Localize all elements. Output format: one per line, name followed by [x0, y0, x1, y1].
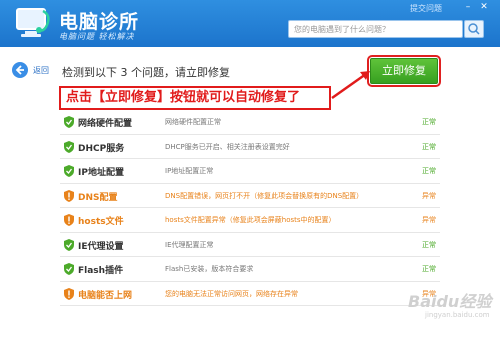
item-desc: DHCP服务已开启、相关注册表设置完好	[165, 142, 290, 151]
item-name: DNS配置	[78, 192, 118, 203]
list-item: 电脑能否上网 您的电脑无法正常访问网页，网络存在异常 异常	[60, 282, 440, 306]
item-desc: DNS配置错误，网页打不开（修复此项会替换原有的DNS配置）	[165, 191, 364, 200]
item-name: Flash插件	[78, 266, 124, 276]
search-icon	[468, 23, 480, 35]
status-badge: 正常	[422, 265, 436, 273]
back-label: 返回	[33, 66, 49, 75]
item-name: 电脑能否上网	[78, 290, 133, 301]
status-badge: 正常	[422, 240, 436, 249]
item-name: IP地址配置	[78, 168, 124, 178]
shield-check-icon	[64, 165, 74, 177]
app-title: 电脑诊所	[59, 11, 140, 33]
watermark-url: jingyan.baidu.com	[425, 311, 490, 319]
back-arrow-icon	[12, 62, 28, 78]
app-header: 电脑诊所 电脑问题 轻松解决 提交问题 – ✕ 您的电脑遇到了什么问题？	[0, 0, 500, 47]
annotation-callout: 点击【立即修复】按钮就可以自动修复了	[59, 86, 331, 110]
shield-warning-icon	[64, 189, 74, 202]
item-name: hosts文件	[78, 217, 124, 227]
item-desc: IP地址配置正常	[165, 167, 214, 175]
shield-warning-icon	[64, 214, 74, 226]
item-desc: IE代理配置正常	[165, 240, 214, 249]
item-desc: 网络硬件配置正常	[165, 118, 221, 126]
item-name: 网络硬件配置	[78, 119, 133, 129]
list-item: IE代理设置 IE代理配置正常 正常	[60, 233, 440, 257]
minimize-icon[interactable]: –	[462, 2, 474, 12]
status-badge: 异常	[422, 216, 436, 224]
item-desc: Flash已安装，版本符合要求	[165, 265, 254, 273]
item-desc: hosts文件配置异常（修复此项会屏蔽hosts中的配置）	[165, 216, 336, 224]
list-item: DNS配置 DNS配置错误，网页打不开（修复此项会替换原有的DNS配置） 异常	[60, 184, 440, 208]
list-item: Flash插件 Flash已安装，版本符合要求 正常	[60, 257, 440, 282]
list-item: IP地址配置 IP地址配置正常 正常	[60, 159, 440, 184]
shield-warning-icon	[64, 287, 74, 300]
watermark-logo: Baidu经验	[408, 292, 492, 311]
item-name: DHCP服务	[78, 143, 125, 154]
diagnosis-list: 网络硬件配置 网络硬件配置正常 正常 DHCP服务 DHCP服务已开启、相关注册…	[60, 110, 440, 306]
search-input[interactable]: 您的电脑遇到了什么问题？	[288, 20, 463, 38]
clinic-logo-icon	[13, 5, 53, 41]
submit-question-link[interactable]: 提交问题	[410, 3, 442, 14]
shield-check-icon	[64, 140, 74, 153]
status-badge: 正常	[422, 142, 436, 151]
problem-summary: 检测到以下 3 个问题，请立即修复	[62, 66, 230, 79]
shield-check-icon	[64, 238, 74, 251]
list-item: 网络硬件配置 网络硬件配置正常 正常	[60, 110, 440, 135]
search-button[interactable]	[464, 20, 484, 38]
item-name: IE代理设置	[78, 241, 124, 252]
shield-check-icon	[64, 263, 74, 275]
status-badge: 异常	[422, 191, 436, 200]
list-item: DHCP服务 DHCP服务已开启、相关注册表设置完好 正常	[60, 135, 440, 159]
list-item: hosts文件 hosts文件配置异常（修复此项会屏蔽hosts中的配置） 异常	[60, 208, 440, 233]
back-button[interactable]: 返回	[12, 62, 52, 78]
annotation-arrow-icon	[331, 71, 370, 100]
fix-now-button[interactable]: 立即修复	[367, 55, 441, 87]
shield-check-icon	[64, 116, 74, 128]
status-badge: 正常	[422, 167, 436, 175]
status-badge: 正常	[422, 118, 436, 126]
app-subtitle: 电脑问题 轻松解决	[59, 32, 135, 41]
close-icon[interactable]: ✕	[478, 2, 490, 12]
item-desc: 您的电脑无法正常访问网页，网络存在异常	[165, 289, 298, 298]
